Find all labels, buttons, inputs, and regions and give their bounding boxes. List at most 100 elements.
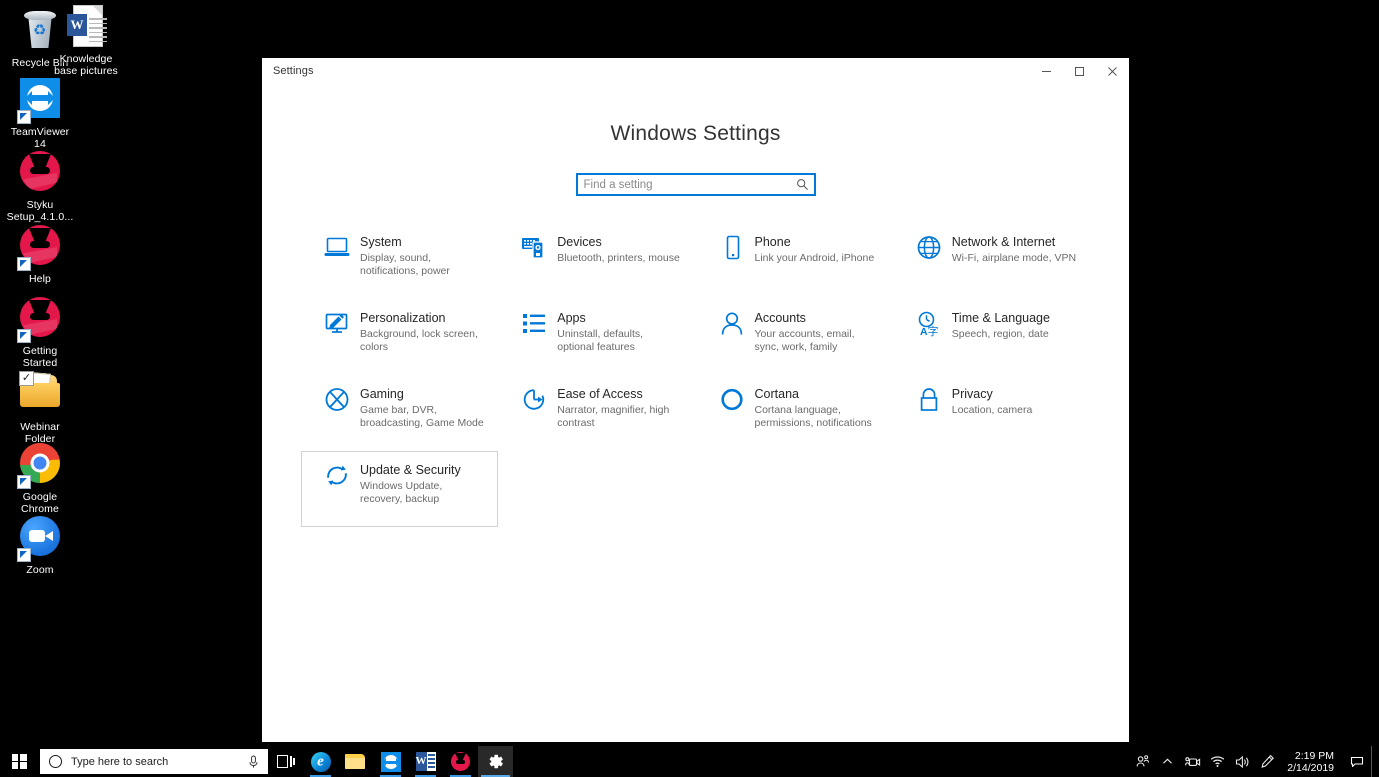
tile-text: Accounts Your accounts, email, sync, wor…	[749, 310, 880, 366]
desktop-icon-label: Styku Setup_4.1.0...	[4, 200, 76, 223]
shortcut-overlay-icon	[17, 329, 31, 343]
task-view-button[interactable]	[268, 746, 303, 777]
tile-title: Accounts	[755, 311, 880, 326]
clock-date: 2/14/2019	[1287, 762, 1334, 774]
settings-tile-cortana[interactable]: Cortana Cortana language, permissions, n…	[696, 375, 893, 451]
ease-of-access-icon	[517, 386, 551, 419]
desktop-icon-webinar-folder[interactable]: ✓ Webinar Folder	[4, 368, 76, 445]
gaming-icon	[320, 386, 354, 419]
desktop-icon-help[interactable]: Help	[4, 222, 76, 286]
tile-text: System Display, sound, notifications, po…	[354, 234, 485, 290]
minimize-button[interactable]	[1030, 58, 1063, 84]
settings-tile-update-security[interactable]: Update & Security Windows Update, recove…	[301, 451, 498, 527]
tile-title: Update & Security	[360, 463, 485, 478]
settings-tile-time-language[interactable]: A 字 Time & Language Speech, region, date	[893, 299, 1090, 375]
network-icon	[912, 234, 946, 267]
tile-title: Cortana	[755, 387, 880, 402]
maximize-button[interactable]	[1063, 58, 1096, 84]
search-input[interactable]	[578, 178, 792, 192]
shortcut-overlay-icon	[17, 110, 31, 124]
time-language-icon: A 字	[912, 310, 946, 343]
start-button[interactable]	[0, 746, 38, 777]
tile-description: Background, lock screen, colors	[360, 328, 485, 354]
desktop-icon-teamviewer-14[interactable]: TeamViewer 14	[4, 75, 76, 150]
tile-title: Time & Language	[952, 311, 1050, 326]
shortcut-overlay-icon	[17, 257, 31, 271]
microphone-icon[interactable]	[248, 755, 259, 769]
settings-tile-gaming[interactable]: Gaming Game bar, DVR, broadcasting, Game…	[301, 375, 498, 451]
show-hidden-icons-chevron-up-icon[interactable]	[1155, 746, 1180, 777]
settings-tile-privacy[interactable]: Privacy Location, camera	[893, 375, 1090, 451]
accounts-icon	[715, 310, 749, 343]
tile-title: Network & Internet	[952, 235, 1076, 250]
zoom-icon	[17, 516, 63, 562]
styku-getting-started-icon	[17, 297, 63, 343]
system-icon	[320, 234, 354, 267]
desktop-icon-label: Help	[4, 274, 76, 286]
taskbar-app-edge[interactable]: e	[303, 746, 338, 777]
tile-text: Time & Language Speech, region, date	[946, 310, 1050, 366]
tile-title: Phone	[755, 235, 875, 250]
tile-title: Privacy	[952, 387, 1033, 402]
tile-text: Privacy Location, camera	[946, 386, 1033, 442]
tile-title: Personalization	[360, 311, 485, 326]
personalization-icon	[320, 310, 354, 343]
wifi-icon[interactable]	[1205, 746, 1230, 777]
taskbar-clock[interactable]: 2:19 PM 2/14/2019	[1280, 746, 1343, 777]
taskbar-search-box[interactable]: Type here to search	[40, 749, 268, 774]
tile-text: Apps Uninstall, defaults, optional featu…	[551, 310, 682, 366]
teamviewer-icon	[17, 78, 63, 124]
taskbar-app-styku[interactable]	[443, 746, 478, 777]
privacy-icon	[912, 386, 946, 419]
tile-description: Game bar, DVR, broadcasting, Game Mode	[360, 404, 485, 430]
desktop-icon-styku-setup[interactable]: Styku Setup_4.1.0...	[4, 148, 76, 223]
edge-icon: e	[311, 752, 331, 772]
settings-tile-personalization[interactable]: Personalization Background, lock screen,…	[301, 299, 498, 375]
pen-workspace-icon[interactable]	[1255, 746, 1280, 777]
taskbar-app-settings[interactable]	[478, 746, 513, 777]
window-titlebar[interactable]: Settings	[262, 58, 1129, 84]
settings-tile-devices[interactable]: Devices Bluetooth, printers, mouse	[498, 223, 695, 299]
action-center-icon	[1350, 755, 1364, 769]
styku-help-icon	[17, 225, 63, 271]
search-box[interactable]	[576, 173, 816, 196]
taskbar-app-file-explorer[interactable]	[338, 746, 373, 777]
devices-icon	[517, 234, 551, 267]
tile-text: Gaming Game bar, DVR, broadcasting, Game…	[354, 386, 485, 442]
settings-tile-apps[interactable]: Apps Uninstall, defaults, optional featu…	[498, 299, 695, 375]
settings-tile-system[interactable]: System Display, sound, notifications, po…	[301, 223, 498, 299]
search-icon[interactable]	[792, 178, 814, 191]
tile-text: Update & Security Windows Update, recove…	[354, 462, 485, 518]
task-view-icon	[277, 755, 294, 768]
folder-icon: ✓	[17, 373, 63, 419]
meeting-camera-icon[interactable]	[1180, 746, 1205, 777]
styku-icon	[451, 752, 470, 771]
word-icon: W	[416, 752, 436, 771]
desktop-icon-knowledge-base-pictures[interactable]: W Knowledge base pictures	[50, 4, 122, 77]
tile-text: Devices Bluetooth, printers, mouse	[551, 234, 680, 290]
volume-icon[interactable]	[1230, 746, 1255, 777]
desktop-icon-label: Knowledge base pictures	[50, 54, 122, 77]
taskbar-app-teamviewer[interactable]	[373, 746, 408, 777]
settings-tile-network-internet[interactable]: Network & Internet Wi-Fi, airplane mode,…	[893, 223, 1090, 299]
desktop-icon-google-chrome[interactable]: Google Chrome	[4, 440, 76, 515]
desktop-icon-zoom[interactable]: Zoom	[4, 513, 76, 577]
people-icon[interactable]	[1130, 746, 1155, 777]
apps-icon	[517, 310, 551, 343]
settings-tile-phone[interactable]: Phone Link your Android, iPhone	[696, 223, 893, 299]
action-center-button[interactable]	[1343, 746, 1371, 777]
show-desktop-button[interactable]	[1371, 746, 1379, 777]
page-title: Windows Settings	[262, 122, 1129, 146]
cortana-circle-icon	[49, 755, 62, 768]
chrome-icon	[17, 443, 63, 489]
desktop-icon-getting-started[interactable]: Getting Started	[4, 294, 76, 369]
settings-tile-ease-of-access[interactable]: Ease of Access Narrator, magnifier, high…	[498, 375, 695, 451]
tile-description: Location, camera	[952, 404, 1033, 417]
tile-description: Windows Update, recovery, backup	[360, 480, 485, 506]
settings-tile-accounts[interactable]: Accounts Your accounts, email, sync, wor…	[696, 299, 893, 375]
tile-text: Ease of Access Narrator, magnifier, high…	[551, 386, 682, 442]
close-button[interactable]	[1096, 58, 1129, 84]
teamviewer-icon	[381, 752, 401, 772]
settings-tiles-grid: System Display, sound, notifications, po…	[301, 223, 1090, 527]
taskbar-app-word[interactable]: W	[408, 746, 443, 777]
